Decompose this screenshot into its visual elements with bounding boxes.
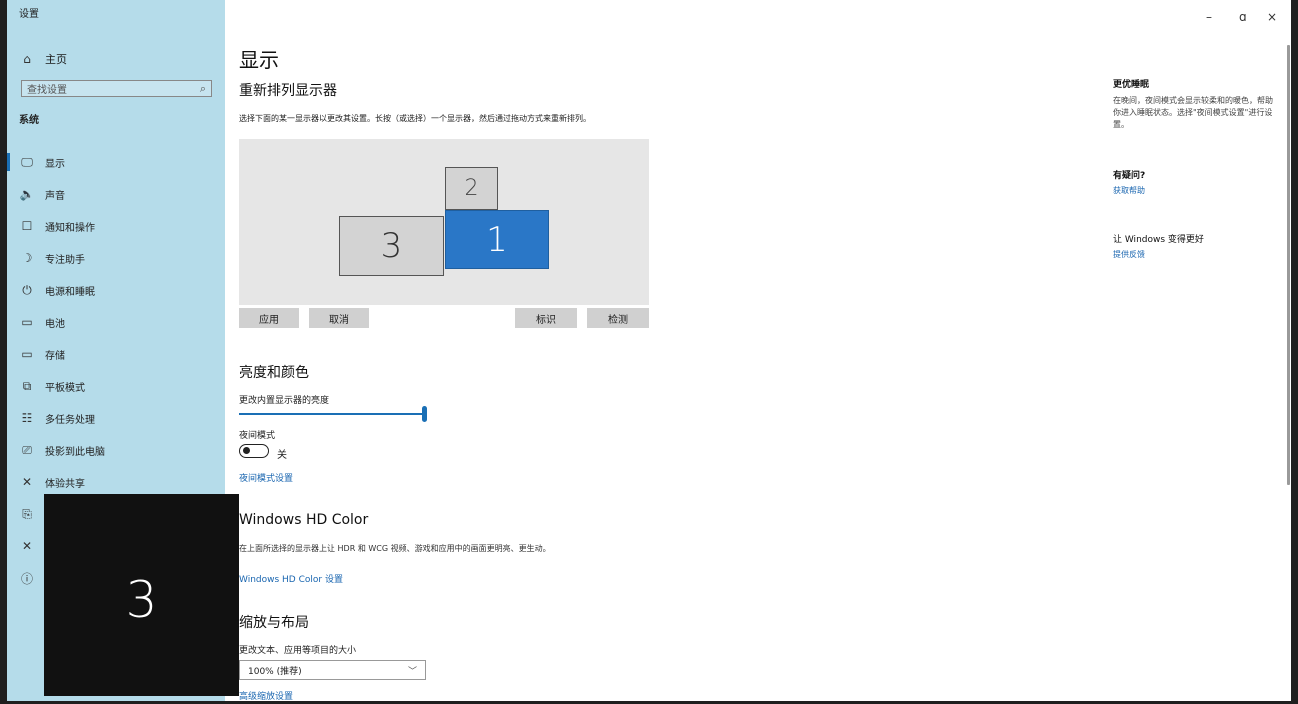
minimize-button[interactable]: – — [1206, 10, 1212, 24]
feedback-title: 让 Windows 变得更好 — [1113, 235, 1204, 245]
give-feedback-link[interactable]: 提供反馈 — [1113, 249, 1145, 260]
scale-label: 更改文本、应用等项目的大小 — [239, 646, 357, 656]
sidebar-item-projecting[interactable]: ⎚ 投影到此电脑 — [7, 434, 225, 466]
sidebar-item-label: 投影到此电脑 — [45, 446, 105, 458]
share-icon: ✕ — [21, 475, 33, 489]
storage-icon: ▭ — [21, 347, 33, 361]
night-light-label: 夜间模式 — [239, 431, 276, 441]
sidebar-item-label: 通知和操作 — [45, 222, 95, 234]
sidebar-item-power[interactable]: ⏻ 电源和睡眠 — [7, 274, 225, 306]
hdr-description: 在上面所选择的显示器上让 HDR 和 WCG 视频、游戏和应用中的画面更明亮、更… — [239, 544, 551, 553]
sidebar-item-display[interactable]: 🖵 显示 — [7, 146, 225, 178]
night-light-state: 关 — [277, 450, 287, 461]
window-frame-left — [0, 0, 7, 704]
sidebar-item-label: 多任务处理 — [45, 414, 95, 426]
sidebar-item-label: 电池 — [45, 318, 65, 330]
search-placeholder: 查找设置 — [27, 85, 67, 96]
window-frame-right — [1291, 0, 1298, 704]
sidebar-item-sound[interactable]: 🔈 声音 — [7, 178, 225, 210]
night-light-settings-link[interactable]: 夜间模式设置 — [239, 471, 293, 484]
sidebar-item-label: 显示 — [45, 158, 65, 170]
get-help-link[interactable]: 获取帮助 — [1113, 185, 1145, 196]
cancel-button[interactable]: 取消 — [309, 308, 369, 328]
notification-icon: ☐ — [21, 219, 33, 233]
sidebar-item-label: 存储 — [45, 350, 65, 362]
page-title: 显示 — [239, 48, 279, 72]
scale-dropdown[interactable]: 100% (推荐) ﹀ — [239, 660, 426, 680]
section-label-system: 系统 — [19, 115, 39, 126]
battery-icon: ▭ — [21, 315, 33, 329]
sidebar-item-label: 体验共享 — [45, 478, 85, 490]
hdr-settings-link[interactable]: Windows HD Color 设置 — [239, 572, 343, 585]
app-title: 设置 — [19, 9, 39, 20]
monitor-3[interactable]: 3 — [339, 216, 444, 276]
sleep-tip-title: 更优睡眠 — [1113, 80, 1150, 90]
sidebar-item-label: 声音 — [45, 190, 65, 202]
power-icon: ⏻ — [22, 282, 32, 297]
arrange-description: 选择下面的某一显示器以更改其设置。长按（或选择）一个显示器，然后通过拖动方式来重… — [239, 114, 591, 123]
scrollbar[interactable] — [1287, 45, 1290, 485]
brightness-label: 更改内置显示器的亮度 — [239, 396, 330, 406]
sidebar-item-notifications[interactable]: ☐ 通知和操作 — [7, 210, 225, 242]
info-icon: ⓘ — [20, 571, 33, 586]
sidebar-item-storage[interactable]: ▭ 存储 — [7, 338, 225, 370]
sidebar-item-multitasking[interactable]: ☷ 多任务处理 — [7, 402, 225, 434]
moon-icon: ☽ — [21, 251, 33, 265]
close-button[interactable]: × — [1267, 10, 1277, 24]
sidebar-item-tablet-mode[interactable]: ⧉ 平板模式 — [7, 370, 225, 402]
speaker-icon: 🔈 — [19, 187, 35, 201]
search-input[interactable]: 查找设置 ⌕ — [21, 80, 212, 97]
apply-button[interactable]: 应用 — [239, 308, 299, 328]
sleep-tip-text: 在晚间，夜间模式会显示较柔和的暖色，帮助你进入睡眠状态。选择"夜间模式设置"进行… — [1113, 96, 1273, 129]
detect-button[interactable]: 检测 — [587, 308, 649, 328]
sidebar-item-label: 平板模式 — [45, 382, 85, 394]
sidebar-item-focus-assist[interactable]: ☽ 专注助手 — [7, 242, 225, 274]
remote-icon: ✕ — [21, 539, 33, 553]
identify-overlay: 3 — [44, 494, 239, 696]
sidebar-item-battery[interactable]: ▭ 电池 — [7, 306, 225, 338]
monitor-arrangement-area[interactable]: 2 3 1 — [239, 139, 649, 305]
arrange-title: 重新排列显示器 — [239, 83, 337, 99]
identify-number: 3 — [125, 571, 158, 629]
monitor-icon: 🖵 — [21, 154, 33, 169]
tablet-icon: ⧉ — [22, 378, 32, 393]
home-icon: ⌂ — [23, 52, 31, 66]
scale-dropdown-value: 100% (推荐) — [248, 666, 302, 677]
multitasking-icon: ☷ — [21, 411, 33, 425]
main-content: 显示 重新排列显示器 选择下面的某一显示器以更改其设置。长按（或选择）一个显示器… — [225, 0, 1075, 702]
clipboard-icon: ⎘ — [22, 506, 32, 521]
sidebar-item-label: 专注助手 — [45, 254, 85, 266]
brightness-slider-thumb[interactable] — [422, 406, 427, 422]
scale-section-title: 缩放与布局 — [239, 615, 309, 631]
projector-icon: ⎚ — [22, 442, 32, 457]
brightness-section-title: 亮度和颜色 — [239, 365, 309, 381]
monitor-2[interactable]: 2 — [445, 167, 498, 210]
brightness-slider-track[interactable] — [239, 413, 425, 415]
chevron-down-icon: ﹀ — [407, 666, 417, 677]
maximize-button[interactable]: ɑ — [1239, 10, 1247, 24]
sidebar-item-label: 电源和睡眠 — [45, 286, 95, 298]
search-icon: ⌕ — [199, 81, 206, 95]
hdr-section-title: Windows HD Color — [239, 512, 369, 528]
identify-button[interactable]: 标识 — [515, 308, 577, 328]
monitor-1[interactable]: 1 — [445, 210, 549, 269]
nav-home-label: 主页 — [45, 53, 67, 66]
nav-home[interactable]: ⌂ 主页 — [19, 50, 67, 68]
night-light-toggle[interactable] — [239, 444, 269, 458]
toggle-knob — [243, 447, 250, 454]
help-title: 有疑问? — [1113, 171, 1146, 181]
